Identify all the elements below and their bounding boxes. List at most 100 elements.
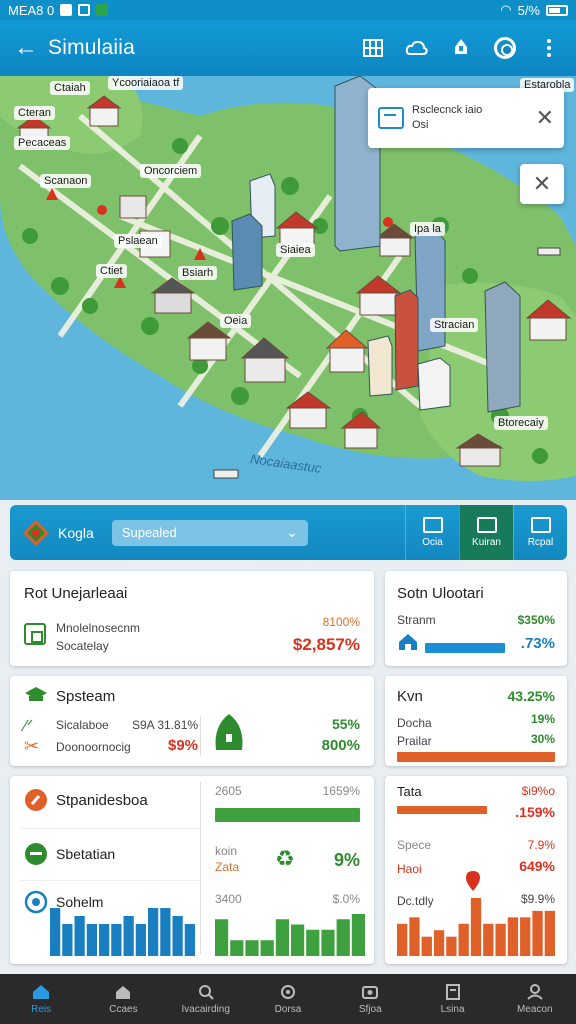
home-icon [399,634,417,650]
card-row-value: 30% [530,732,555,746]
nav-label: Sfjoa [358,1003,382,1015]
chart-bar [50,908,61,956]
card-percent: 43.25% [507,688,555,704]
summary-card[interactable]: Spsteam ⁄ᐟ Sicalaboe S9A 31.81% ✂ Doonoo… [10,676,374,766]
map-label[interactable]: Cteran [14,106,56,120]
nav-item[interactable]: Sfjoa [329,974,411,1024]
map-label[interactable]: Siaiea [276,243,315,257]
orange-bar-chart [397,898,555,956]
app-bar: ← Simulaiia [0,20,576,76]
tab-ocia[interactable]: Ocia [405,505,459,560]
map-label[interactable]: Stracian [430,318,479,332]
grid-icon[interactable] [360,35,386,61]
progress-bar [215,808,360,822]
notification-icon [78,4,91,16]
nav-label: Ccaes [109,1003,138,1015]
summary-card[interactable]: Rot Unejarleaai Mnolelnosecnm Socatelay … [10,571,374,666]
chart-bar [458,923,469,956]
map-label[interactable]: Pecaceas [14,136,71,150]
chart-bar [245,940,259,956]
map-label[interactable]: Bsiarh [178,266,218,280]
more-vertical-icon[interactable] [536,35,562,61]
nav-item[interactable]: Dorsa [247,974,329,1024]
map-label[interactable]: Oncorciem [140,164,202,178]
nav-label: Dorsa [274,1003,302,1015]
stats-card[interactable]: Tata $i9%o .159% Spece 7.9% Haoi 649% Dc… [385,776,567,964]
nav-home[interactable]: Reis [0,974,82,1024]
chart-bar [275,919,289,956]
map-label[interactable]: Oeia [220,314,252,328]
notification-icon [60,4,73,16]
card-row-value: $i9%o [521,784,555,798]
chart-bar [351,914,365,956]
info-popup[interactable]: Rsclecnck iaio Osi ✕ [368,88,564,148]
arrow-left-icon[interactable]: ← [10,34,42,62]
close-icon[interactable]: ✕ [536,105,554,131]
globe-icon [24,890,48,914]
card-value: $2,857% [292,635,360,654]
chart-bar [260,940,274,956]
chart-bar [507,917,519,956]
close-button[interactable]: ✕ [520,164,564,204]
location-icon [280,984,295,999]
target-icon[interactable] [492,35,518,61]
card-row-label: Stranm [397,613,436,627]
nav-item[interactable]: Lsina [411,974,493,1024]
card-row-value: $9% [168,737,199,754]
chart-bar [336,919,350,956]
chart-label: koin [215,844,238,858]
blue-bar-chart [50,908,195,956]
card-row-value: 649% [519,858,555,874]
chart-bar [306,929,320,956]
card-row-label: Mnolelnosecnm [56,621,141,635]
card-row-label: Doonoornocig [56,740,131,754]
chart-bar [99,924,110,956]
map-label[interactable]: Ctaiah [50,81,90,95]
map-label[interactable]: Pslaean [114,234,162,248]
chart-label: Zata [215,860,240,874]
map-label[interactable]: Ctiet [96,264,127,278]
tab-rcpal[interactable]: Rcpal [513,505,567,560]
home-icon [33,984,50,999]
progress-bar [397,752,555,762]
card-row-value: .159% [515,804,555,820]
nav-item[interactable]: Ivacairding [165,974,247,1024]
chart-bar [215,919,229,956]
mode-select[interactable]: Supealed ⌄ [111,519,308,546]
summary-card[interactable]: Sotn Ulootari Stranm $350% .73% [385,571,567,666]
nav-item[interactable]: Ccaes [82,974,164,1024]
card-row-label: Sicalaboe [56,718,109,732]
card-percent: $350% [517,613,555,627]
progress-bar [425,643,505,653]
chart-bar [123,916,134,956]
house-icon [24,623,46,645]
map-label[interactable]: Ycooriaiaoa tf [108,76,184,90]
chart-bar [62,924,73,956]
nav-item[interactable]: Meacon [494,974,576,1024]
search-icon [198,984,214,1000]
card-value: .73% [520,635,555,652]
summary-card[interactable]: Kvn 43.25% Docha 19% Prailar 30% [385,676,567,766]
close-icon[interactable]: ✕ [533,171,551,197]
card-title: Kvn [397,688,423,705]
tab-kuiran[interactable]: Kuiran [459,505,513,560]
green-bar-chart [215,914,365,956]
recycle-icon: ♻ [275,846,295,871]
stats-card[interactable]: Stpanidesboa 2605 1659% Sbetatian koin Z… [10,776,374,964]
bottom-navigation: Reis Ccaes Ivacairding Dorsa Sfjoa Lsina… [0,974,576,1024]
cloud-icon[interactable] [404,35,430,61]
bell-icon[interactable] [448,35,474,61]
map-label[interactable]: Btorecaiy [494,416,548,430]
chart-value: 1659% [322,784,360,798]
map-label[interactable]: Scanaon [40,174,92,188]
chart-bar [291,924,305,956]
card-value: 800% [321,737,360,754]
chart-bar [184,924,195,956]
card-title: Rot Unejarleaai [24,585,128,602]
map-label[interactable]: Ipa la [410,222,445,236]
card-row-label: Docha [397,716,432,730]
leaf-icon [215,714,243,750]
person-icon [476,517,497,533]
divider [20,880,200,881]
wrench-icon [25,789,47,811]
